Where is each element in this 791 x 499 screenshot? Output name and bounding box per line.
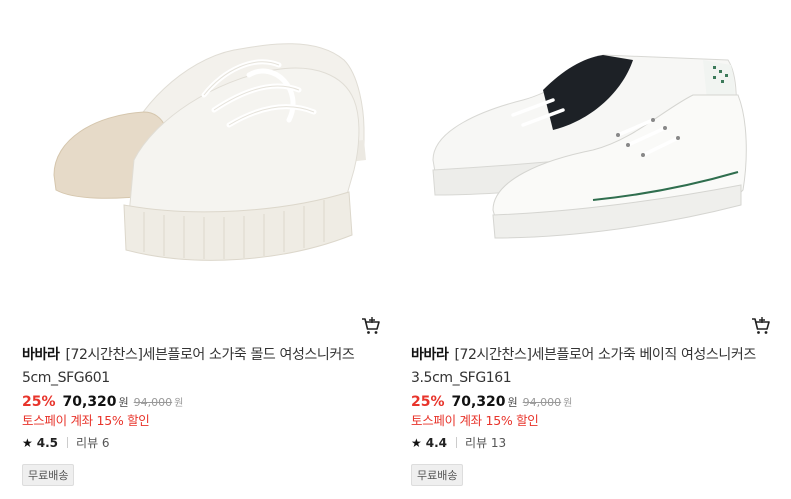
product-title[interactable]: 바바라 [72시간찬스]세븐플로어 소가죽 베이직 여성스니커즈 3.5cm_SF… <box>411 344 766 390</box>
review-count: 리뷰 13 <box>465 436 507 450</box>
product-image[interactable] <box>403 0 775 300</box>
brand-name: 바바라 <box>411 347 449 363</box>
product-grid: 바바라 [72시간찬스]세븐플로어 소가죽 몰드 여성스니커즈 5cm_SFG60… <box>0 0 791 499</box>
product-name: [72시간찬스]세븐플로어 소가죽 베이직 여성스니커즈 3.5cm_SFG16… <box>411 347 756 386</box>
divider <box>67 437 69 448</box>
price-row: 25% 70,320 원 94,000 원 <box>22 394 183 410</box>
rating-row: ★ 4.4 리뷰 13 <box>411 434 506 451</box>
product-card[interactable]: 바바라 [72시간찬스]세븐플로어 소가죽 몰드 여성스니커즈 5cm_SFG60… <box>14 0 388 499</box>
product-name: [72시간찬스]세븐플로어 소가죽 몰드 여성스니커즈 5cm_SFG601 <box>22 347 355 386</box>
free-shipping-badge: 무료배송 <box>22 464 75 486</box>
promo-text: 토스페이 계좌 15% 할인 <box>411 413 539 428</box>
brand-name: 바바라 <box>22 347 60 363</box>
rating-score: 4.5 <box>36 435 59 450</box>
promo-text: 토스페이 계좌 15% 할인 <box>22 413 150 428</box>
original-price-unit: 원 <box>563 398 573 409</box>
cart-icon <box>752 317 770 334</box>
add-to-cart-button[interactable] <box>749 314 773 336</box>
rating-row: ★ 4.5 리뷰 6 <box>22 434 110 451</box>
review-count: 리뷰 6 <box>76 436 110 450</box>
divider <box>456 437 458 448</box>
free-shipping-badge: 무료배송 <box>411 464 464 486</box>
beige-platform-sneakers-image <box>53 43 366 261</box>
original-price: 94,000 <box>133 396 173 409</box>
discount-rate: 25% <box>411 394 445 410</box>
original-price-unit: 원 <box>174 398 184 409</box>
cart-icon <box>362 317 380 334</box>
sale-price: 70,320 <box>62 394 117 410</box>
price-row: 25% 70,320 원 94,000 원 <box>411 394 572 410</box>
star-icon: ★ <box>22 435 33 450</box>
rating-score: 4.4 <box>425 435 448 450</box>
price-unit: 원 <box>507 396 518 409</box>
discount-rate: 25% <box>22 394 56 410</box>
product-image[interactable] <box>14 0 386 300</box>
original-price: 94,000 <box>522 396 562 409</box>
product-card[interactable]: 바바라 [72시간찬스]세븐플로어 소가죽 베이직 여성스니커즈 3.5cm_SF… <box>403 0 777 499</box>
product-title[interactable]: 바바라 [72시간찬스]세븐플로어 소가죽 몰드 여성스니커즈 5cm_SFG60… <box>22 344 377 390</box>
price-unit: 원 <box>118 396 129 409</box>
star-icon: ★ <box>411 435 422 450</box>
white-black-sneakers-image <box>432 54 747 239</box>
add-to-cart-button[interactable] <box>359 314 383 336</box>
sale-price: 70,320 <box>451 394 506 410</box>
